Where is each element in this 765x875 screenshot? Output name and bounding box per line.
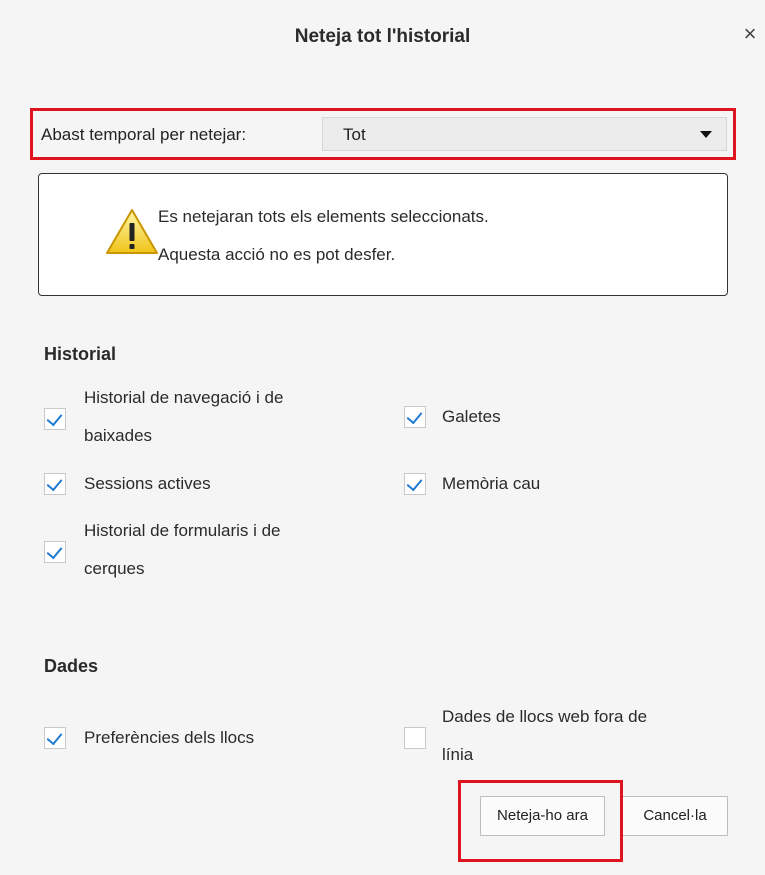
label-line: Dades de llocs web fora de (442, 707, 648, 726)
checkbox-form-search-history[interactable] (44, 541, 66, 563)
dialog-title: Neteja tot l'historial (294, 26, 471, 47)
label-browsing-history[interactable]: Historial de navegació i de baixades (84, 379, 283, 455)
checkmark-icon (46, 728, 63, 746)
data-section-title: Dades (44, 656, 99, 676)
history-section-title: Historial (44, 344, 117, 364)
checkmark-icon (46, 542, 63, 560)
dialog-titlebar: Neteja tot l'historial × (0, 0, 765, 86)
label-offline-website-data[interactable]: Dades de llocs web fora de línia (442, 698, 647, 774)
time-range-row: Abast temporal per netejar: Tot (30, 108, 736, 160)
warning-triangle-icon (106, 209, 158, 254)
label-line: Historial de navegació i de (84, 388, 284, 407)
label-line: línia (442, 745, 474, 764)
checkbox-offline-website-data[interactable] (404, 727, 426, 749)
label-cookies[interactable]: Galetes (442, 398, 501, 436)
label-line: Historial de formularis i de (84, 521, 281, 540)
time-range-select[interactable]: Tot (322, 117, 727, 151)
checkmark-icon (406, 407, 423, 425)
warning-text-line2: Aquesta acció no es pot desfer. (158, 245, 396, 264)
label-form-search-history[interactable]: Historial de formularis i de cerques (84, 512, 281, 588)
warning-text-line1: Es netejaran tots els elements seleccion… (158, 207, 489, 226)
label-site-preferences[interactable]: Preferències dels llocs (84, 719, 254, 757)
label-active-sessions[interactable]: Sessions actives (84, 465, 211, 503)
checkmark-icon (46, 409, 63, 427)
checkbox-site-preferences[interactable] (44, 727, 66, 749)
checkmark-icon (46, 474, 63, 492)
warning-box: Es netejaran tots els elements seleccion… (38, 173, 728, 296)
checkbox-cache[interactable] (404, 473, 426, 495)
checkbox-cookies[interactable] (404, 406, 426, 428)
checkbox-browsing-history[interactable] (44, 408, 66, 430)
label-cache[interactable]: Memòria cau (442, 465, 540, 503)
close-icon[interactable]: × (740, 22, 760, 46)
label-line: cerques (84, 559, 145, 578)
clear-now-button[interactable]: Neteja-ho ara (480, 796, 605, 836)
cancel-button[interactable]: Cancel·la (622, 796, 728, 836)
checkmark-icon (406, 474, 423, 492)
checkbox-active-sessions[interactable] (44, 473, 66, 495)
caret-down-icon (700, 131, 712, 138)
time-range-value: Tot (343, 125, 366, 144)
time-range-label: Abast temporal per netejar: (41, 125, 247, 144)
label-line: baixades (84, 426, 153, 445)
